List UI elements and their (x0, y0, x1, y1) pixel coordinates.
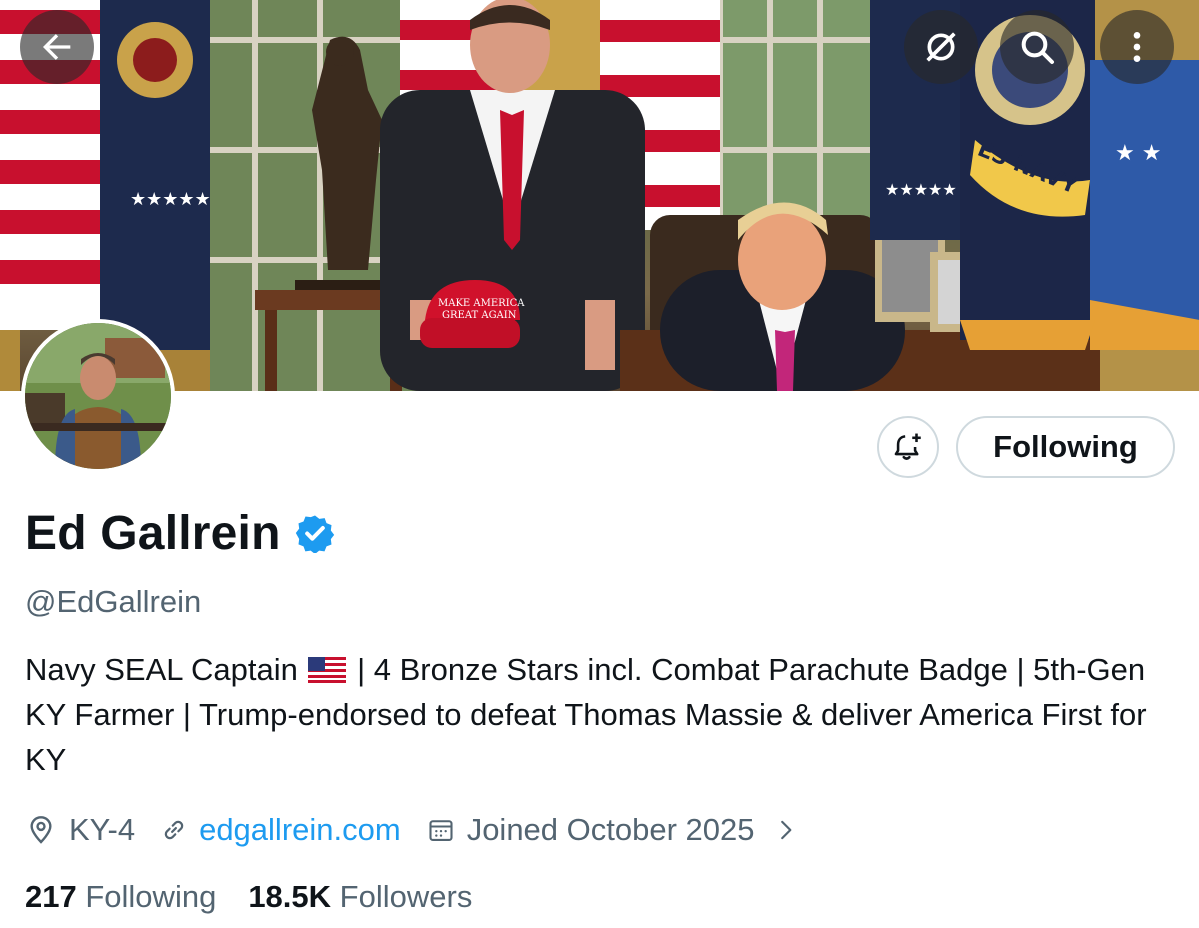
more-vertical-icon (1133, 32, 1141, 62)
followers-count-link[interactable]: 18.5K Followers (248, 879, 472, 915)
calendar-icon (429, 820, 453, 841)
search-icon (1021, 31, 1054, 64)
profile-bio: Navy SEAL Captain | 4 Bronze Stars incl.… (25, 647, 1175, 782)
bio-text: Navy SEAL Captain (25, 652, 298, 687)
website-item[interactable]: edgallrein.com (159, 812, 401, 848)
arrow-left-icon (43, 34, 71, 60)
hat-text: GREAT AGAIN (442, 310, 517, 321)
followers-label: Followers (339, 879, 473, 914)
follow-stats: 217 Following 18.5K Followers (25, 875, 472, 919)
verified-badge-icon[interactable] (295, 513, 335, 553)
following-button[interactable]: Following (956, 416, 1175, 478)
chevron-right-icon[interactable] (773, 817, 799, 843)
more-button[interactable] (1100, 10, 1174, 84)
bell-plus-icon (894, 433, 921, 460)
back-button[interactable] (20, 10, 94, 84)
user-handle: @EdGallrein (25, 584, 202, 619)
following-count: 217 (25, 879, 77, 914)
eye-slash-icon (926, 32, 956, 62)
hide-button[interactable] (904, 10, 978, 84)
notifications-button[interactable] (877, 416, 939, 478)
avatar-image (25, 323, 171, 469)
us-flag-emoji-icon (308, 657, 347, 683)
location-pin-icon (30, 816, 52, 844)
svg-text:★ ★: ★ ★ (1115, 141, 1161, 166)
joined-date: Joined October 2025 (466, 812, 755, 847)
followers-count: 18.5K (248, 879, 332, 914)
avatar[interactable] (21, 319, 175, 473)
location-text: KY-4 (69, 812, 136, 847)
location-item: KY-4 (25, 812, 135, 848)
hat-text: MAKE AMERICA (438, 298, 525, 309)
profile-banner[interactable]: ★★★★★ MAKE AMERICA GREAT AGAIN ★★★★★ ES … (0, 0, 1199, 391)
display-name: Ed Gallrein (25, 506, 281, 560)
profile-name-row: Ed Gallrein (25, 503, 335, 563)
svg-text:★★★★★: ★★★★★ (885, 180, 957, 199)
search-button[interactable] (1000, 10, 1074, 84)
profile-meta: KY-4 edgallrein.com Joined October 2025 (25, 808, 799, 852)
website-link[interactable]: edgallrein.com (199, 812, 401, 848)
joined-item: Joined October 2025 (427, 812, 755, 848)
svg-text:★★★★★: ★★★★★ (130, 189, 211, 210)
following-label: Following (85, 879, 217, 914)
link-icon (164, 820, 184, 840)
following-count-link[interactable]: 217 Following (25, 879, 216, 915)
